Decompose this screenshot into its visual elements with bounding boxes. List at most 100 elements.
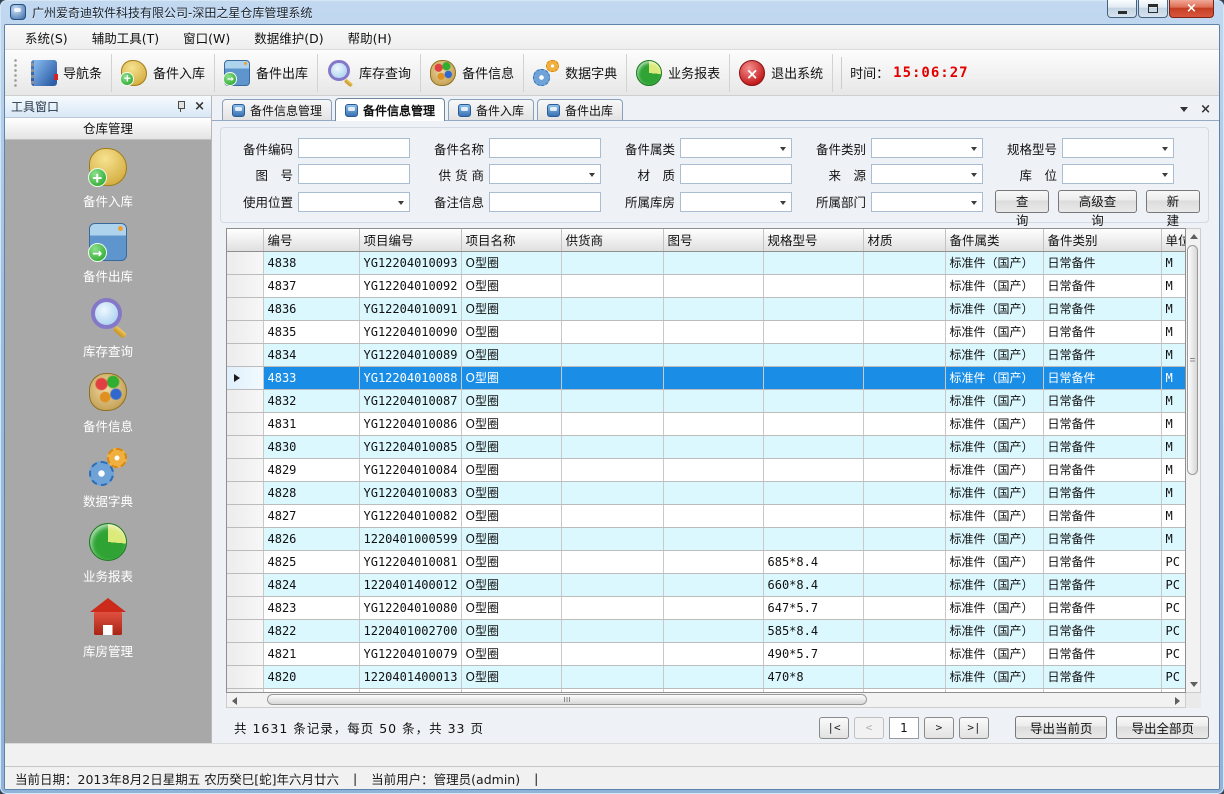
table-row[interactable]: 4832 YG12204010087 O型圈 标准件（国产） 日常备件	[227, 389, 1186, 412]
next-page-button[interactable]: >	[924, 717, 954, 739]
menu-item[interactable]: 数据维护(D)	[242, 25, 335, 50]
field-control[interactable]	[298, 192, 410, 212]
field-control[interactable]	[871, 192, 983, 212]
new-button[interactable]: 新建	[1146, 190, 1200, 213]
table-row[interactable]: 4828 YG12204010083 O型圈 标准件（国产） 日常备件	[227, 481, 1186, 504]
row-selector[interactable]	[227, 412, 263, 435]
previous-page-button[interactable]: <	[854, 717, 884, 739]
column-header[interactable]: 项目名称	[461, 229, 561, 251]
table-row[interactable]: 4820 1220401400013 O型圈 470*8 标准件（国产）	[227, 665, 1186, 688]
tab[interactable]: 备件信息管理	[335, 98, 445, 121]
table-row[interactable]: 4826 1220401000599 O型圈 标准件（国产） 日常备件	[227, 527, 1186, 550]
pin-icon[interactable]	[176, 100, 186, 113]
close-button[interactable]: ×	[1169, 0, 1214, 18]
column-header[interactable]: 项目编号	[359, 229, 461, 251]
table-row[interactable]: 4823 YG12204010080 O型圈 647*5.7 标准件（国产）	[227, 596, 1186, 619]
table-row[interactable]: 4837 YG12204010092 O型圈 标准件（国产） 日常备件	[227, 274, 1186, 297]
table-row[interactable]: 4836 YG12204010091 O型圈 标准件（国产） 日常备件	[227, 297, 1186, 320]
field-control[interactable]	[298, 164, 410, 184]
row-selector[interactable]	[227, 320, 263, 343]
last-page-button[interactable]: >|	[959, 717, 989, 739]
toolbar-button[interactable]: 业务报表	[627, 54, 730, 92]
table-row[interactable]: 4829 YG12204010084 O型圈 标准件（国产） 日常备件	[227, 458, 1186, 481]
row-selector[interactable]	[227, 274, 263, 297]
row-selector[interactable]	[227, 665, 263, 688]
column-header[interactable]: 材质	[863, 229, 945, 251]
vertical-scrollbar[interactable]	[1186, 228, 1201, 693]
field-control[interactable]	[489, 138, 601, 158]
horizontal-scrollbar[interactable]	[226, 693, 1186, 708]
page-number-input[interactable]: 1	[889, 717, 919, 739]
sidebar-close-icon[interactable]: ×	[194, 100, 205, 113]
field-control[interactable]	[489, 164, 601, 184]
first-page-button[interactable]: |<	[819, 717, 849, 739]
column-header[interactable]: 供货商	[561, 229, 663, 251]
row-selector[interactable]	[227, 481, 263, 504]
sidebar-item[interactable]: 库房管理	[5, 598, 211, 660]
table-row[interactable]: 4834 YG12204010089 O型圈 标准件（国产） 日常备件	[227, 343, 1186, 366]
horizontal-scroll-thumb[interactable]	[267, 694, 867, 705]
table-row[interactable]: 4831 YG12204010086 O型圈 标准件（国产） 日常备件	[227, 412, 1186, 435]
export-all-pages-button[interactable]: 导出全部页	[1116, 716, 1209, 739]
table-row[interactable]: 4838 YG12204010093 O型圈 标准件（国产） 日常备件	[227, 251, 1186, 274]
menu-item[interactable]: 系统(S)	[13, 25, 80, 50]
column-header[interactable]: 备件属类	[945, 229, 1043, 251]
field-control[interactable]	[680, 138, 792, 158]
sidebar-item[interactable]: 备件入库	[5, 148, 211, 210]
row-selector[interactable]	[227, 619, 263, 642]
sidebar-section-title[interactable]: 仓库管理	[5, 118, 211, 140]
field-control[interactable]	[871, 138, 983, 158]
maximize-button[interactable]	[1138, 0, 1168, 18]
sidebar-item[interactable]: 库存查询	[5, 298, 211, 360]
row-selector[interactable]	[227, 343, 263, 366]
tab-list-dropdown-icon[interactable]	[1180, 107, 1188, 112]
sidebar-item[interactable]: 备件信息	[5, 373, 211, 435]
table-row[interactable]: 4824 1220401400012 O型圈 660*8.4 标准件（国产）	[227, 573, 1186, 596]
field-control[interactable]	[680, 192, 792, 212]
tab-close-icon[interactable]: ×	[1200, 103, 1211, 116]
toolbar-button[interactable]: 数据字典	[524, 54, 627, 92]
sidebar-item[interactable]: 备件出库	[5, 223, 211, 285]
tab[interactable]: 备件信息管理	[222, 99, 332, 120]
vertical-scroll-thumb[interactable]	[1187, 245, 1198, 475]
scroll-up-icon[interactable]	[1190, 234, 1198, 239]
field-control[interactable]	[489, 192, 601, 212]
table-row[interactable]: 4833 YG12204010088 O型圈 标准件（国产） 日常备件	[227, 366, 1186, 389]
table-row[interactable]: 4822 1220401002700 O型圈 585*8.4 标准件（国产）	[227, 619, 1186, 642]
column-header[interactable]: 备件类别	[1043, 229, 1161, 251]
toolbar-button[interactable]: 库存查询	[318, 54, 421, 92]
table-row[interactable]: 4825 YG12204010081 O型圈 685*8.4 标准件（国产）	[227, 550, 1186, 573]
minimize-button[interactable]	[1107, 0, 1137, 18]
tab[interactable]: 备件入库	[448, 99, 534, 120]
toolbar-button[interactable]: 退出系统	[730, 54, 833, 92]
query-button[interactable]: 查询	[995, 190, 1049, 213]
table-row[interactable]: 4830 YG12204010085 O型圈 标准件（国产） 日常备件	[227, 435, 1186, 458]
menu-item[interactable]: 帮助(H)	[336, 25, 404, 50]
sidebar-item[interactable]: 数据字典	[5, 448, 211, 510]
table-row[interactable]: 4835 YG12204010090 O型圈 标准件（国产） 日常备件	[227, 320, 1186, 343]
row-selector[interactable]	[227, 251, 263, 274]
table-row[interactable]: 4821 YG12204010079 O型圈 490*5.7 标准件（国产）	[227, 642, 1186, 665]
advanced-query-button[interactable]: 高级查询	[1058, 190, 1137, 213]
row-selector[interactable]	[227, 297, 263, 320]
field-control[interactable]	[1062, 164, 1174, 184]
toolbar-button[interactable]: 备件信息	[421, 54, 524, 92]
menu-item[interactable]: 辅助工具(T)	[80, 25, 171, 50]
field-control[interactable]	[1062, 138, 1174, 158]
row-selector[interactable]	[227, 596, 263, 619]
row-selector[interactable]	[227, 527, 263, 550]
column-header[interactable]: 图号	[663, 229, 763, 251]
column-header[interactable]: 编号	[263, 229, 359, 251]
toolbar-button[interactable]: 备件出库	[215, 54, 318, 92]
field-control[interactable]	[871, 164, 983, 184]
row-selector[interactable]	[227, 389, 263, 412]
scroll-down-icon[interactable]	[1190, 682, 1198, 687]
row-selector[interactable]	[227, 504, 263, 527]
toolbar-button[interactable]: 导航条	[22, 54, 112, 92]
column-header[interactable]: 单位	[1161, 229, 1186, 251]
scroll-left-icon[interactable]	[232, 697, 237, 705]
menu-item[interactable]: 窗口(W)	[171, 25, 242, 50]
scroll-right-icon[interactable]	[1175, 697, 1180, 705]
row-selector[interactable]	[227, 366, 263, 389]
row-selector[interactable]	[227, 573, 263, 596]
